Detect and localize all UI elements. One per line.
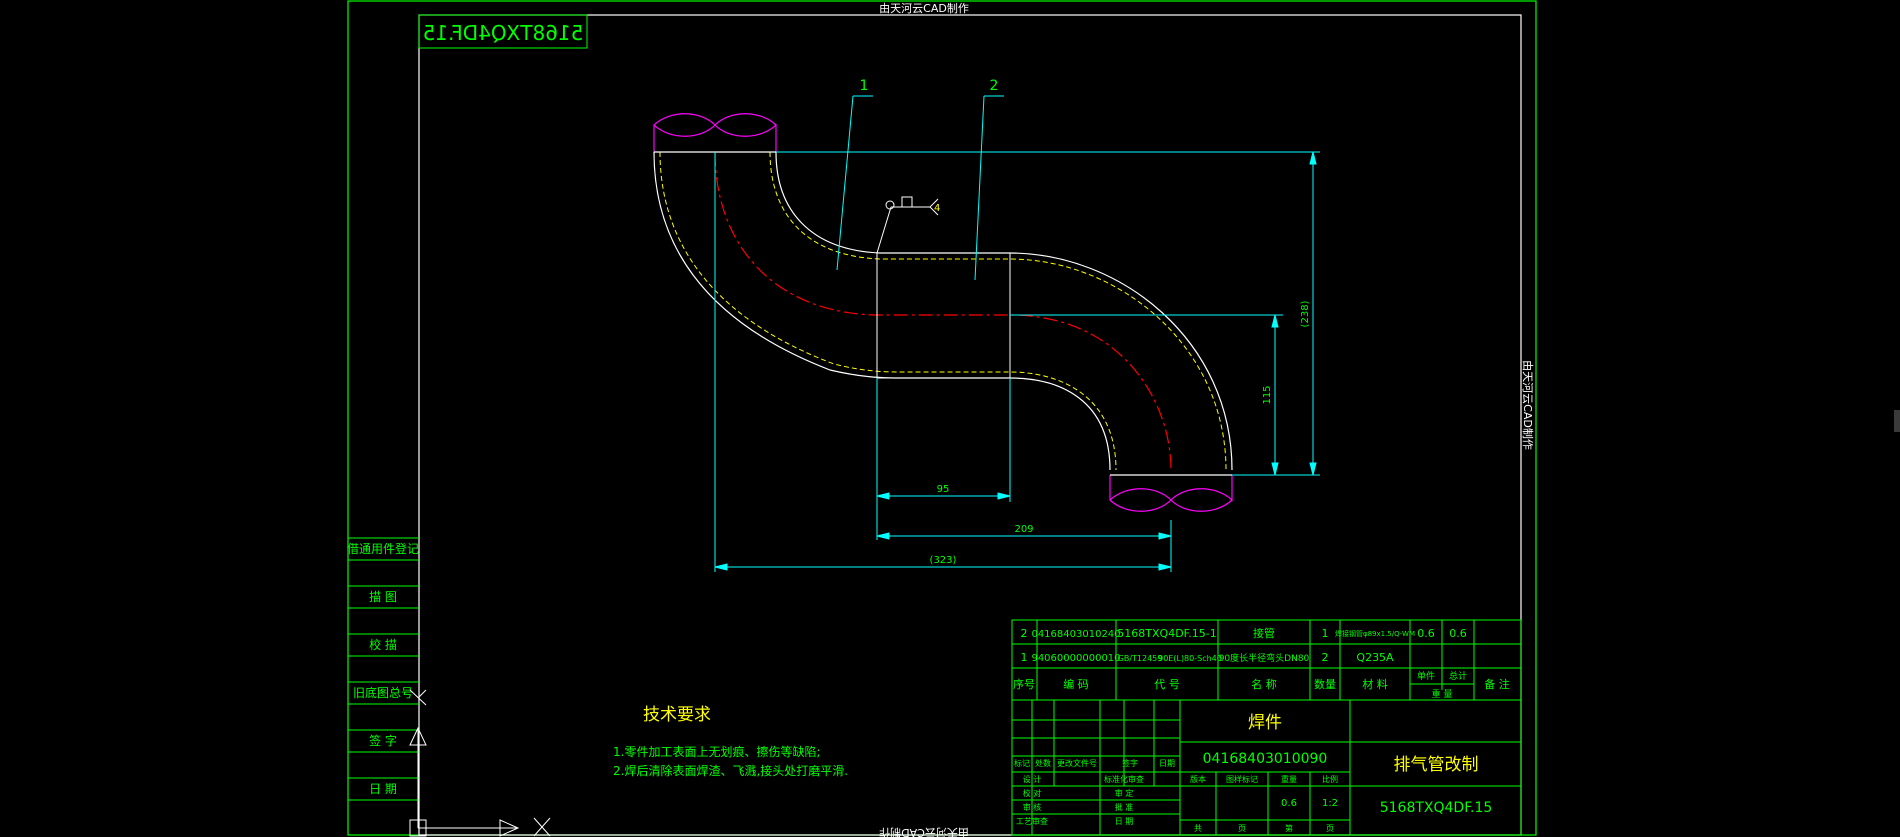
svg-text:90E(L)80-Sch40: 90E(L)80-Sch40 [1158, 654, 1222, 663]
svg-text:单件: 单件 [1417, 670, 1435, 682]
ucs-icon [409, 689, 551, 837]
pipe-hidden-outer [659, 151, 1117, 471]
svg-text:代 号: 代 号 [1154, 678, 1180, 691]
svg-text:签字: 签字 [1122, 758, 1138, 768]
svg-text:1: 1 [1021, 651, 1028, 664]
pipe-end-bottom-1 [1109, 475, 1233, 512]
left-label-0: 借通用件登记 [347, 541, 419, 556]
svg-text:2: 2 [1021, 627, 1028, 640]
svg-text:标记: 标记 [1014, 758, 1030, 768]
tech-req-title: 技术要求 [643, 705, 711, 725]
svg-text:日期: 日期 [1159, 759, 1175, 768]
svg-text:Q235A: Q235A [1356, 651, 1394, 664]
right-banner: 由天河云CAD制作 [1521, 360, 1535, 450]
svg-text:94060000000010: 94060000000010 [1031, 653, 1120, 664]
pipe-outline-outer [653, 151, 1111, 471]
svg-text:校 对: 校 对 [1023, 788, 1042, 798]
part-type: 焊件 [1248, 713, 1282, 733]
svg-text:总计: 总计 [1449, 670, 1467, 682]
cad-drawing-canvas[interactable]: 由天河云CAD制作 由天河云CAD制作 由天河云CAD制作 5168TXQ4DF… [0, 0, 1900, 837]
tech-req-item-2: 2.焊后清除表面焊渣、飞溅,接头处打磨平滑. [613, 763, 848, 778]
svg-text:处数: 处数 [1035, 758, 1051, 768]
weld-side-number: 4 [934, 203, 940, 214]
pipe-centerline [714, 151, 1172, 471]
dim-115: 115 [1262, 385, 1273, 404]
left-label-2: 校 描 [369, 637, 397, 652]
balloon-1: 1 [860, 78, 869, 94]
svg-text:0.6: 0.6 [1417, 627, 1435, 640]
balloon-2: 2 [990, 78, 999, 94]
dim-238: (238) [1300, 300, 1311, 327]
svg-text:第: 第 [1285, 823, 1293, 833]
svg-text:备 注: 备 注 [1484, 677, 1510, 691]
part-code: 04168403010090 [1203, 751, 1328, 767]
drawing-title: 排气管改制 [1394, 755, 1479, 775]
left-label-1: 描 图 [369, 590, 397, 604]
svg-text:页: 页 [1326, 824, 1334, 833]
dimensions [714, 95, 1320, 572]
pipe-assembly [653, 113, 1233, 512]
svg-text:比例: 比例 [1322, 774, 1338, 784]
svg-text:1: 1 [1322, 627, 1329, 640]
svg-text:共: 共 [1194, 824, 1202, 833]
dim-209: 209 [1014, 524, 1033, 535]
inner-frame [418, 14, 1522, 836]
svg-text:图样标记: 图样标记 [1226, 774, 1258, 784]
svg-text:重 量: 重 量 [1432, 688, 1453, 700]
dim-95: 95 [937, 484, 950, 495]
svg-text:标准化审查: 标准化审查 [1104, 774, 1144, 784]
left-label-4: 签 字 [369, 733, 397, 748]
svg-text:90度长半径弯头DN80: 90度长半径弯头DN80 [1219, 652, 1310, 664]
svg-text:0.6: 0.6 [1449, 627, 1467, 640]
tech-req-item-1: 1.零件加工表面上无划痕、擦伤等缺陷; [613, 744, 821, 759]
pipe-end-top-2 [653, 113, 777, 137]
pipe-end-top-1 [653, 113, 777, 152]
bom-header: 序号 编 码 代 号 名 称 数量 材 料 单件 总计 重 量 备 注 [1013, 670, 1510, 700]
vertical-scrollbar[interactable] [1894, 410, 1900, 432]
svg-text:批 准: 批 准 [1115, 802, 1134, 812]
outer-frame [347, 0, 1537, 836]
bom-row-2: 2 04168403010240 5168TXQ4DF.15-1 接管 1 焊接… [1021, 626, 1467, 640]
svg-text:日 期: 日 期 [1115, 817, 1134, 826]
svg-text:5168TXQ4DF.15-1: 5168TXQ4DF.15-1 [1117, 627, 1216, 640]
svg-text:04168403010240: 04168403010240 [1031, 629, 1120, 640]
svg-text:焊接钢管φ89x1.5/Q-WM: 焊接钢管φ89x1.5/Q-WM [1335, 629, 1415, 638]
svg-text:编 码: 编 码 [1063, 677, 1089, 691]
revision-labels: 标记 处数 更改文件号 签字 日期 设 计 校 对 审 核 工艺审查 标准化审查… [1014, 758, 1338, 833]
drawing-code: 5168TXQ4DF.15 [1380, 800, 1493, 816]
svg-text:重量: 重量 [1281, 774, 1297, 784]
svg-text:材 料: 材 料 [1362, 677, 1388, 691]
weight-value: 0.6 [1281, 798, 1297, 809]
top-banner: 由天河云CAD制作 [879, 1, 969, 15]
svg-text:接管: 接管 [1253, 626, 1275, 640]
svg-text:名 称: 名 称 [1251, 677, 1277, 691]
svg-text:GB/T12459: GB/T12459 [1118, 654, 1163, 663]
bom-row-1: 1 94060000000010 GB/T12459 90E(L)80-Sch4… [1021, 651, 1395, 664]
svg-text:数量: 数量 [1314, 678, 1336, 691]
svg-text:页: 页 [1238, 824, 1246, 833]
bottom-banner: 由天河云CAD制作 [879, 826, 969, 837]
dim-323: (323) [930, 555, 957, 566]
left-label-5: 日 期 [369, 782, 397, 796]
weld-symbol [876, 196, 939, 254]
svg-text:审 核: 审 核 [1023, 802, 1042, 812]
scale-value: 1:2 [1322, 798, 1338, 809]
svg-text:序号: 序号 [1013, 677, 1035, 691]
pipe-end-bottom-2 [1109, 488, 1233, 512]
left-column: 借通用件登记 描 图 校 描 旧底图总号 签 字 日 期 [347, 537, 419, 801]
svg-text:工艺审查: 工艺审查 [1016, 816, 1048, 826]
left-label-3: 旧底图总号 [353, 685, 413, 700]
svg-text:审 定: 审 定 [1115, 788, 1134, 798]
drawing-number-text: 5168TXQ4DF.15 [423, 21, 584, 45]
svg-text:2: 2 [1322, 651, 1329, 664]
svg-text:版本: 版本 [1190, 774, 1206, 784]
svg-text:设 计: 设 计 [1023, 774, 1042, 784]
pipe-outline-inner [775, 151, 1233, 471]
svg-text:更改文件号: 更改文件号 [1057, 758, 1097, 768]
